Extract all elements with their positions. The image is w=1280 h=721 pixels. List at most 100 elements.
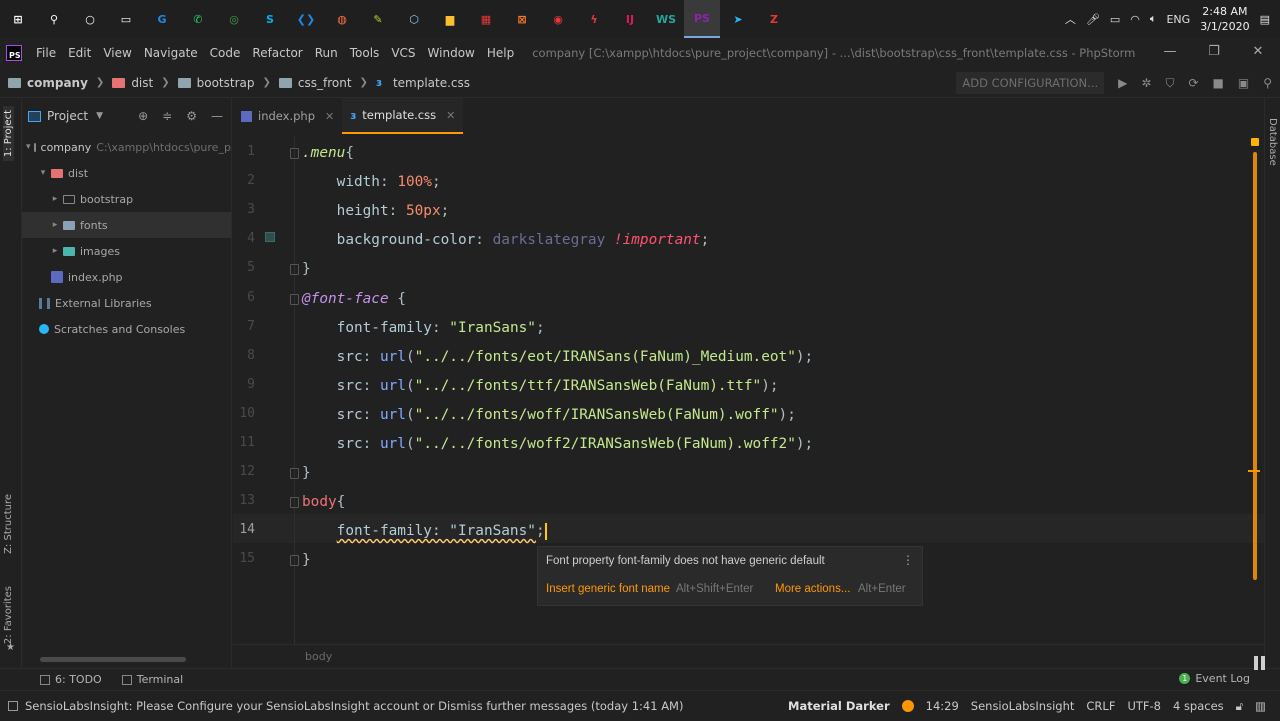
more-actions-link[interactable]: More actions... [775,583,850,595]
app-icon[interactable]: G [144,0,180,38]
code-line[interactable]: src: url("../../fonts/eot/IRANSans(FaNum… [302,346,814,368]
fold-marker-icon[interactable] [290,468,299,480]
restore-icon[interactable]: ❐ [1192,38,1236,68]
whatsapp-icon[interactable]: ✆ [180,0,216,38]
line-separator[interactable]: CRLF [1086,699,1115,713]
tree-item-images[interactable]: ▸ images [22,238,231,264]
code-line[interactable]: src: url("../../fonts/ttf/IRANSansWeb(Fa… [302,375,779,397]
tree-item-company[interactable]: ▾ company C:\xampp\htdocs\pure_proje [22,134,231,160]
notifications-icon[interactable]: ▤ [1260,13,1270,26]
locate-file-icon[interactable]: ⊕ [138,109,148,123]
layout-icon[interactable]: ▣ [1238,76,1249,90]
add-configuration-button[interactable]: ADD CONFIGURATION... [956,72,1105,94]
code-line[interactable]: body{ [302,491,345,513]
language-indicator[interactable]: ENG [1166,13,1190,26]
code-line[interactable]: } [302,258,311,280]
battery-icon[interactable]: ▭ [1110,13,1120,26]
run-icon[interactable]: ▶ [1118,76,1127,90]
tree-item-index-php[interactable]: index.php [22,264,231,290]
microphone-icon[interactable]: 🎤︎ [1086,13,1100,26]
lock-icon[interactable]: 🔓︎ [1236,699,1243,714]
todo-tool-button[interactable]: 6: TODO [40,673,102,686]
menu-help[interactable]: Help [481,46,520,60]
close-tab-icon[interactable]: ✕ [446,109,455,122]
xampp-icon[interactable]: ⊠ [504,0,540,38]
hide-panel-icon[interactable]: — [211,109,223,123]
search-everywhere-icon[interactable]: ⚲ [1263,76,1272,90]
menu-window[interactable]: Window [422,46,481,60]
breadcrumb-template-css[interactable]: ɜ template.css [368,76,470,90]
tab-index-php[interactable]: index.php ✕ [233,98,342,134]
tab-template-css[interactable]: ɜ template.css ✕ [342,98,464,134]
color-swatch-icon[interactable] [265,232,275,242]
app-filezilla-icon[interactable]: Z [756,0,792,38]
close-tab-icon[interactable]: ✕ [325,110,334,123]
chevron-up-icon[interactable]: ︿ [1065,11,1076,27]
fold-marker-icon[interactable] [290,497,299,509]
menu-navigate[interactable]: Navigate [138,46,204,60]
volume-icon[interactable]: 🔈︎ [1150,12,1157,26]
memory-indicator-icon[interactable]: ▥ [1255,699,1266,713]
app-tiles-icon[interactable]: ▦ [468,0,504,38]
caret-position[interactable]: 14:29 [926,699,959,713]
menu-code[interactable]: Code [204,46,247,60]
chevron-down-icon[interactable]: ▾ [38,168,48,178]
code-editor[interactable]: 1 2 3 4 5 6 7 8 9 10 11 12 13 14 15 .menu{ width: 100%… [233,136,1264,644]
chevron-right-icon[interactable]: ▸ [50,220,60,230]
tree-item-fonts[interactable]: ▸ fonts [22,212,231,238]
code-line[interactable]: src: url("../../fonts/woff/IRANSansWeb(F… [302,404,796,426]
intellij-icon[interactable]: IJ [612,0,648,38]
tool-windows-icon[interactable] [8,700,18,711]
tree-item-dist[interactable]: ▾ dist [22,160,231,186]
file-explorer-icon[interactable]: ▆ [432,0,468,38]
coverage-icon[interactable]: ⛉ [1165,76,1174,91]
breadcrumb-dist[interactable]: dist ❯ [104,76,170,90]
breadcrumb-company[interactable]: company ❯ [0,76,104,90]
breadcrumb-css-front[interactable]: css_front ❯ [271,76,368,90]
code-line[interactable]: @font-face { [302,288,406,310]
code-line[interactable]: font-family: "IranSans"; [302,317,545,339]
chevron-right-icon[interactable]: ▸ [50,246,60,256]
profile-icon[interactable]: ⟳ [1188,76,1198,90]
project-tool-button[interactable]: 1: Project [3,106,14,162]
skype-icon[interactable]: S [252,0,288,38]
vertical-scrollbar[interactable] [1253,152,1257,580]
chevron-down-icon[interactable]: ▾ [26,142,31,152]
code-line[interactable]: } [302,462,311,484]
code-line[interactable]: background-color: darkslategray !importa… [302,229,710,251]
database-tool-button[interactable]: Database [1267,118,1278,166]
tree-item-external-libraries[interactable]: External Libraries [22,290,231,316]
event-log-button[interactable]: 1 Event Log [1179,672,1250,685]
fold-marker-icon[interactable] [290,293,299,305]
indent-setting[interactable]: 4 spaces [1173,699,1224,713]
search-icon[interactable]: ⚲ [36,0,72,38]
notes-icon[interactable]: ✎ [360,0,396,38]
favorites-tool-button[interactable]: 2: Favorites [3,586,14,644]
gear-icon[interactable]: ⚙ [186,109,197,123]
theme-indicator[interactable]: Material Darker [788,699,890,713]
breadcrumb-bootstrap[interactable]: bootstrap ❯ [170,76,271,90]
terminal-tool-button[interactable]: Terminal [121,673,183,686]
horizontal-scrollbar[interactable] [40,657,186,662]
virtualbox-icon[interactable]: ⬡ [396,0,432,38]
status-message[interactable]: SensioLabsInsight: Please Configure your… [0,699,683,713]
phpstorm-icon[interactable]: PS [684,0,720,38]
pause-icon[interactable] [1253,656,1267,670]
collapse-all-icon[interactable]: ≑ [162,109,172,123]
task-view-icon[interactable]: ▭ [108,0,144,38]
app-red-icon[interactable]: ϟ [576,0,612,38]
fold-marker-icon[interactable] [290,555,299,567]
code-line[interactable]: width: 100%; [302,171,441,193]
debug-icon[interactable]: ✲ [1141,76,1151,90]
insert-generic-font-link[interactable]: Insert generic font name [546,583,670,595]
chrome-icon[interactable]: ◉ [540,0,576,38]
code-line[interactable]: src: url("../../fonts/woff2/IRANSansWeb(… [302,433,814,455]
telegram-icon[interactable]: ➤ [720,0,756,38]
warning-marker-icon[interactable] [1251,138,1259,146]
chevron-right-icon[interactable]: ▸ [50,194,60,204]
wifi-icon[interactable]: ◠ [1130,13,1140,26]
structure-tool-button[interactable]: Z: Structure [3,494,14,554]
close-icon[interactable]: ✕ [1236,38,1280,68]
app-orange-icon[interactable]: ◍ [324,0,360,38]
windows-start-icon[interactable]: ⊞ [0,0,36,38]
